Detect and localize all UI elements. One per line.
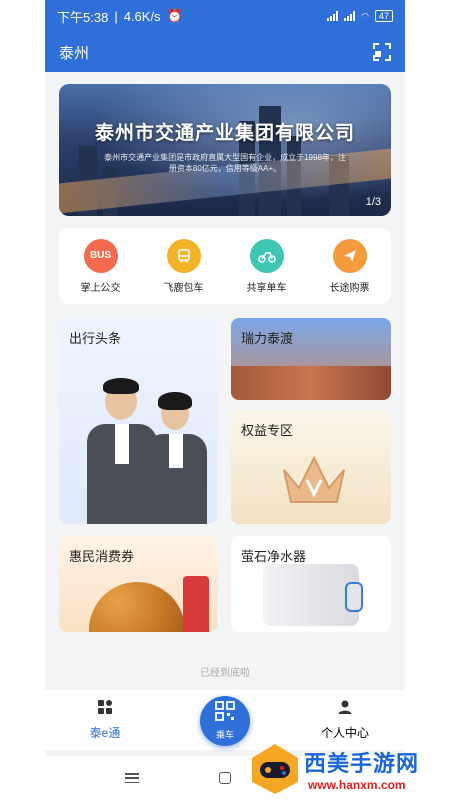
watermark-url: www.hanxm.com [308, 778, 406, 792]
battery-icon: 47 [374, 10, 393, 22]
alarm-icon: ⏰ [166, 8, 183, 23]
watermark: 西美手游网 www.hanxm.com [248, 740, 448, 800]
qr-code-icon [215, 701, 235, 726]
scan-icon[interactable] [373, 43, 391, 61]
fried-chicken-image [89, 582, 185, 632]
wifi-icon: ◠ [361, 10, 369, 21]
signal-icon-2 [344, 11, 356, 21]
card-title: 惠民消费券 [69, 549, 135, 564]
card-title: 权益专区 [241, 423, 294, 438]
card-title: 出行头条 [69, 331, 122, 346]
watermark-title: 西美手游网 [304, 751, 420, 776]
phone-screen: 下午5:38 | 4.6K/s ⏰ ◠ 47 泰州 泰州市交通产业集团有限公司 … [45, 0, 405, 800]
card-ferry[interactable]: 瑞力泰渡 [231, 318, 391, 400]
banner-description: 泰州市交通产业集团是市政府直属大型国有企业，成立于1998年，注册资本80亿元，… [104, 153, 346, 173]
ride-button[interactable]: 乘车 [200, 696, 250, 746]
shortcut-charter[interactable]: 飞鹿包车 [149, 238, 219, 294]
status-bar: 下午5:38 | 4.6K/s ⏰ ◠ 47 [45, 0, 405, 32]
crown-icon [279, 450, 349, 515]
shortcut-grid: BUS 掌上公交 飞鹿包车 共享单车 长途购票 [59, 228, 391, 304]
card-travel-news[interactable]: 出行头条 [59, 318, 217, 524]
tab-profile[interactable]: 个人中心 [300, 699, 390, 741]
app-header: 泰州 [45, 32, 405, 72]
shortcut-bus[interactable]: BUS 掌上公交 [66, 238, 136, 294]
tab-home[interactable]: 泰e通 [60, 699, 150, 741]
gamepad-logo-icon [252, 744, 298, 794]
person-icon [337, 699, 353, 720]
city-selector[interactable]: 泰州 [59, 42, 89, 63]
shortcut-long-distance[interactable]: 长途购票 [315, 238, 385, 294]
card-water-purifier[interactable]: 萤石净水器 [231, 536, 391, 632]
end-of-list-note: 已经到底啦 [200, 668, 250, 679]
businesswoman-image [145, 388, 207, 524]
building-image [231, 366, 391, 400]
menu-icon[interactable] [125, 773, 139, 783]
grid-icon [97, 699, 113, 720]
card-benefits[interactable]: 权益专区 [231, 410, 391, 524]
hero-banner[interactable]: 泰州市交通产业集团有限公司 泰州市交通产业集团是市政府直属大型国有企业，成立于1… [59, 84, 391, 216]
shortcut-bike[interactable]: 共享单车 [232, 238, 302, 294]
plane-icon [332, 238, 367, 273]
status-time: 下午5:38 [57, 9, 109, 25]
home-icon[interactable] [219, 772, 231, 784]
bike-icon [249, 238, 284, 273]
card-consumer-coupons[interactable]: 惠民消费券 [59, 536, 217, 632]
bus-badge-icon: BUS [83, 238, 118, 273]
network-speed: 4.6K/s [123, 8, 161, 24]
banner-pager: 1/3 [365, 196, 381, 208]
card-title: 瑞力泰渡 [241, 331, 294, 346]
banner-title: 泰州市交通产业集团有限公司 [94, 123, 355, 144]
bus-icon [166, 238, 201, 273]
card-title: 萤石净水器 [241, 549, 307, 564]
water-purifier-image [263, 564, 363, 626]
signal-icon [327, 11, 339, 21]
